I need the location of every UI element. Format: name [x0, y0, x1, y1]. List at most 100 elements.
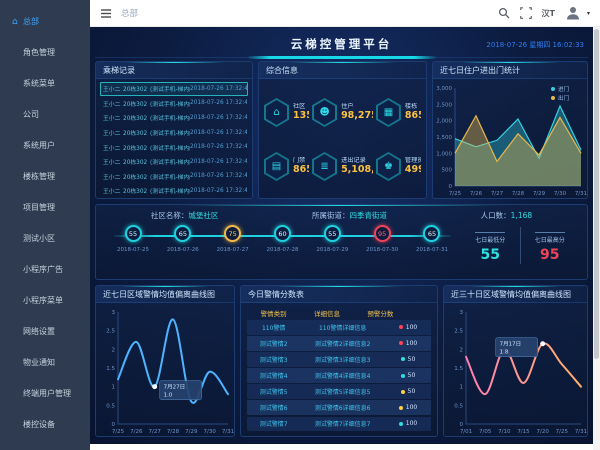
app-root: ⌂ 总部 角色管理 系统菜单 公司 系统用户 — [0, 0, 600, 450]
sidebar-item[interactable]: ⌂ 总部 — [0, 6, 90, 37]
record-desc: (测试手机-梯内门) — [150, 84, 190, 93]
svg-text:7/27: 7/27 — [148, 429, 161, 435]
stat-icon: ♚ — [378, 154, 399, 179]
svg-text:7/15: 7/15 — [517, 429, 530, 435]
timeline-node: 55 2018-07-29 — [315, 225, 349, 253]
sidebar-item-label: 总部 — [23, 16, 39, 27]
status-dot — [399, 406, 403, 410]
sidebar-item[interactable]: 楼控设备 — [0, 409, 90, 440]
search-icon[interactable] — [498, 7, 510, 19]
sidebar-item[interactable]: 楼栋管理 — [0, 161, 90, 192]
alarm-score: 100 — [385, 340, 431, 347]
score-summary: 七日最低分 55 七日最高分 95 — [461, 223, 579, 264]
home-icon: ⌂ — [12, 17, 23, 27]
panel-title: 综合信息 — [259, 62, 426, 79]
ride-record-row: 王小二 20栋302 (测试手机-梯内门) 2018-07-26 17:32:4… — [100, 170, 248, 184]
bottom-row: 近七日区域警情均值偏离曲线图 00.511.522.537/257/267/27… — [95, 285, 588, 437]
sidebar-item-label: 楼栋管理 — [23, 171, 55, 182]
sidebar-item[interactable]: 物业通知 — [0, 347, 90, 378]
sidebar-item-label: 网络设置 — [23, 326, 55, 337]
record-name: 王小二 — [103, 128, 123, 137]
timeline-node: 65 2018-07-26 — [166, 225, 200, 253]
max-score-value: 95 — [521, 246, 580, 264]
summary-stat: ⌂ 社区 135 — [264, 87, 309, 138]
dashboard-header: 云梯控管理平台 2018-07-26 星期四 16:02:33 — [95, 32, 588, 58]
alarm-score-value: 100 — [406, 404, 417, 411]
chevron-down-icon[interactable]: ▾ — [587, 10, 590, 17]
today-alarm-table-panel: 今日警情分数表 警情类别 详细信息 预警分数 — [240, 285, 438, 437]
community-fields: 社区名称：城堡社区 所属街道：四季青街道 人口数：1,168 — [104, 208, 579, 223]
alarm-detail: 测试警情6详细信息6 — [300, 403, 385, 412]
ride-record-row: 王小二 20栋302 (测试手机-梯内门) 2018-07-26 17:32:4… — [100, 111, 248, 125]
stat-hexagon: ≣ — [312, 152, 337, 181]
stat-icon: ≣ — [314, 154, 335, 179]
svg-text:2,500: 2,500 — [436, 102, 452, 108]
ride-records-list: 王小二 20栋302 (测试手机-梯内门) 2018-07-26 17:32:4… — [96, 79, 252, 199]
summary-info-panel: 综合信息 ⌂ 社区 135 — [258, 61, 427, 199]
svg-text:7/28: 7/28 — [167, 429, 180, 435]
ride-record-row: 王小二 20栋302 (测试手机-梯内门) 2018-07-26 17:32:4… — [100, 140, 248, 154]
language-switch-icon[interactable]: 汉T — [542, 8, 555, 19]
timeline-date: 2018-07-27 — [217, 247, 249, 253]
sidebar-item[interactable]: 终端用户管理 — [0, 378, 90, 409]
hamburger-icon[interactable] — [100, 8, 112, 19]
weekly-max-score: 七日最高分 95 — [520, 227, 580, 264]
avatar[interactable] — [565, 5, 581, 21]
record-desc: (测试手机-梯内门) — [150, 157, 190, 166]
sidebar-item[interactable]: 网络设置 — [0, 316, 90, 347]
svg-text:7/25: 7/25 — [556, 429, 569, 435]
fullscreen-icon[interactable] — [520, 7, 532, 19]
svg-text:7/20: 7/20 — [536, 429, 549, 435]
svg-text:0: 0 — [112, 422, 116, 428]
alarm-category: 测试警情5 — [247, 387, 300, 396]
field-label: 社区名称： — [151, 211, 189, 220]
sidebar-item[interactable]: 公司 — [0, 99, 90, 130]
field-value: 1,168 — [511, 211, 532, 220]
summary-stats-grid: ⌂ 社区 135 ☻ — [259, 79, 426, 198]
timeline-date: 2018-07-26 — [167, 247, 199, 253]
sidebar-item[interactable]: 小程序广告 — [0, 254, 90, 285]
alarm-table-row: 测试警情6 测试警情6详细信息6 100 — [247, 400, 431, 415]
record-name: 王小二 — [103, 99, 123, 108]
timeline-date: 2018-07-29 — [316, 247, 348, 253]
alarm-table-body: 110警情 110警情详细信息 100 测试警情2 测试警情2详细信息2 100 — [247, 320, 431, 431]
sidebar-item[interactable]: 系统菜单 — [0, 68, 90, 99]
record-unit: 20栋302 — [123, 99, 150, 108]
sidebar-item[interactable]: 角色管理 — [0, 37, 90, 68]
ride-record-row: 王小二 20栋302 (测试手机-梯内门) 2018-07-26 17:32:4… — [100, 82, 248, 96]
record-time: 2018-07-26 17:32:40 — [190, 159, 245, 165]
field-value: 四季青街道 — [350, 211, 388, 220]
ride-records-panel: 乘梯记录 王小二 20栋302 (测试手机-梯内门) 2018-07-26 17… — [95, 61, 253, 199]
sidebar: ⌂ 总部 角色管理 系统菜单 公司 系统用户 — [0, 0, 90, 450]
stat-icon: ⌂ — [266, 100, 287, 125]
sidebar-item-label: 小程序菜单 — [23, 295, 63, 306]
timeline-node: 95 2018-07-30 — [365, 225, 399, 253]
status-dot — [401, 374, 405, 378]
record-time: 2018-07-26 17:32:40 — [190, 173, 245, 179]
alarm-score-value: 100 — [406, 340, 417, 347]
score-timeline: 55 2018-07-25 65 2018-07-26 75 2018-07-2… — [104, 223, 461, 253]
sidebar-item-label: 物业通知 — [23, 357, 55, 368]
panel-title: 近三十日区域警情均值偏离曲线图 — [444, 286, 587, 303]
scrollbar[interactable] — [593, 27, 600, 450]
svg-text:进门: 进门 — [558, 85, 569, 93]
svg-text:1,500: 1,500 — [436, 135, 452, 141]
record-name: 王小二 — [103, 157, 123, 166]
min-score-label: 七日最低分 — [475, 232, 505, 244]
sidebar-item[interactable]: 测试小区 — [0, 223, 90, 254]
stat-value: 499 — [405, 164, 421, 176]
alarm-score-value: 100 — [406, 420, 417, 427]
svg-text:1.5: 1.5 — [454, 366, 463, 372]
status-dot — [399, 325, 403, 329]
panel-title: 近七日住户进出门统计 — [433, 62, 587, 79]
sidebar-item[interactable]: 系统用户 — [0, 130, 90, 161]
sidebar-item[interactable]: 项目管理 — [0, 192, 90, 223]
chart-canvas: 00.511.522.537/017/057/107/157/207/257/3… — [444, 303, 587, 435]
community-field: 所属街道：四季青街道 — [312, 210, 387, 221]
scrollbar-thumb[interactable] — [594, 29, 599, 359]
breadcrumb[interactable]: 总部 — [121, 7, 138, 19]
sidebar-item[interactable]: 小程序菜单 — [0, 285, 90, 316]
alarm-category: 测试警情3 — [247, 355, 300, 364]
sidebar-item-label: 系统菜单 — [23, 78, 55, 89]
alarm-detail: 测试警情7详细信息7 — [300, 419, 385, 428]
